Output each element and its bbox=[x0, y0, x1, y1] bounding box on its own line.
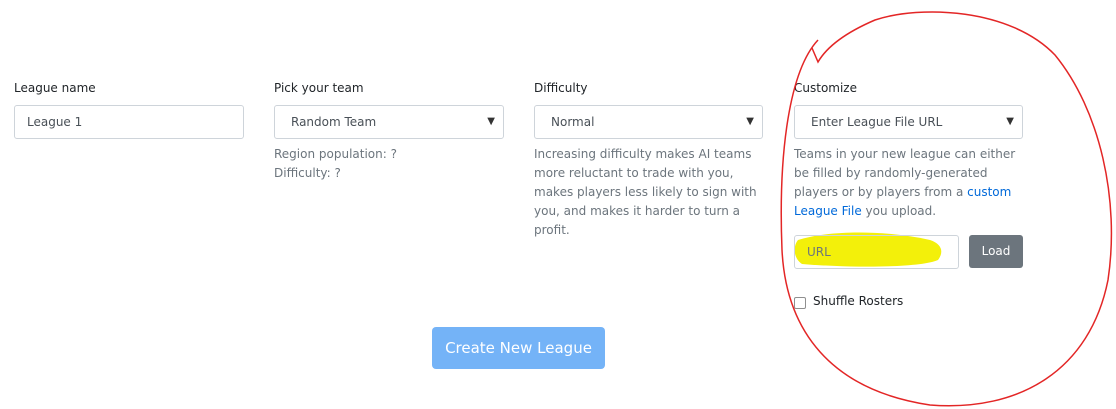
create-league-button[interactable]: Create New League bbox=[432, 327, 605, 369]
caret-down-icon: ▼ bbox=[746, 116, 754, 127]
caret-down-icon: ▼ bbox=[487, 116, 495, 127]
league-name-input[interactable]: League 1 bbox=[14, 105, 244, 139]
team-difficulty-text: Difficulty: ? bbox=[274, 166, 341, 180]
region-population-text: Region population: ? bbox=[274, 147, 397, 161]
league-name-label: League name bbox=[14, 81, 96, 95]
difficulty-select[interactable]: Normal ▼ bbox=[534, 105, 763, 139]
difficulty-label: Difficulty bbox=[534, 81, 588, 95]
circle-annotation bbox=[780, 11, 1113, 407]
team-select[interactable]: Random Team ▼ bbox=[274, 105, 504, 139]
team-label: Pick your team bbox=[274, 81, 364, 95]
team-select-value: Random Team bbox=[291, 115, 377, 129]
difficulty-help: Increasing difficulty makes AI teams mor… bbox=[534, 147, 757, 237]
difficulty-select-value: Normal bbox=[551, 115, 595, 129]
